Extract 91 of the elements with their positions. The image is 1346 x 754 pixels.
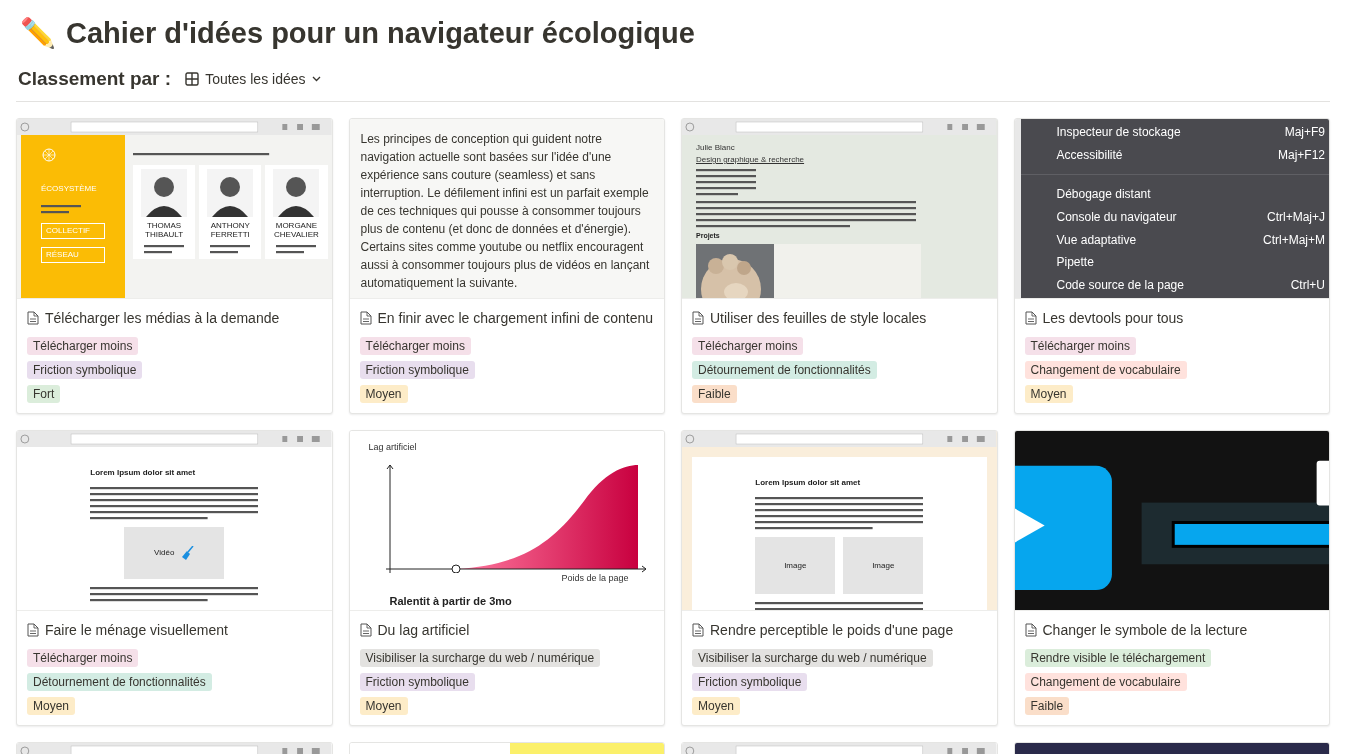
shortcut-label: Maj+F9	[1284, 124, 1325, 142]
article-heading: Lorem Ipsum dolor sit amet	[90, 467, 197, 479]
idea-card[interactable]	[348, 118, 665, 414]
shortcut-label: Maj+F12	[1277, 146, 1325, 164]
page-title: ✏ Cahier d'idées pour un navigateur écologique	[19, 15, 696, 52]
chevron-down-icon	[311, 76, 321, 82]
tag: Moyen	[27, 697, 76, 715]
card-title: Rendre perceptible le poids d'une page	[710, 620, 954, 640]
card-title: Utiliser des feuilles de style locales	[710, 308, 927, 328]
tag: Faible	[1024, 697, 1070, 715]
chart-caption: Ralentit à partir de 3mo	[389, 594, 512, 609]
idea-card[interactable]: Changer le symbole de la lecture Rendre visible le téléchargement Changement de vocabulaire Faible	[1013, 430, 1330, 726]
document-icon	[692, 623, 704, 637]
tag: Télécharger moins	[692, 337, 804, 355]
tag: Moyen	[1024, 385, 1073, 403]
person-figure-icon	[207, 169, 254, 217]
axis-label: Poids de la page	[561, 572, 629, 585]
idea-card[interactable]: Lag artificiel Poids de la page Ralentit à partir de 3mo Du lag artificiel Visibiliser la surcharge du web / numérique Friction symbolique Moyen	[348, 430, 665, 726]
tag: Faible	[692, 385, 737, 403]
menu-item[interactable]: Vue adaptative Ctrl+Maj+M	[1020, 228, 1329, 251]
placeholder-label: Image	[872, 559, 895, 572]
tag: Changement de vocabulaire	[1024, 673, 1187, 691]
document-icon	[692, 311, 704, 325]
placeholder-label: Image	[784, 559, 807, 572]
person-figure-icon	[141, 169, 188, 217]
tag: Détournement de fonctionnalités	[692, 361, 877, 379]
menu-item[interactable]: Inspecteur de stockage Maj+F9	[1020, 121, 1329, 144]
site-button: RÉSEAU	[41, 247, 105, 263]
grid-icon	[185, 72, 200, 86]
tag: Fort	[27, 385, 61, 403]
idea-card[interactable]: ÉCOSYSTÈME COLLECTIF RÉSEAU THOMAS THIBAULT ANTHONY FERRETTI MORGANE CHEVALIER Télécharger les médias à la demande Télécharger moins Friction symbolique Fort	[16, 118, 333, 414]
menu-item[interactable]: Code source de la page Ctrl+U	[1020, 273, 1329, 297]
text-lines-drawing	[276, 243, 317, 255]
document-icon	[359, 623, 372, 637]
card-title: Les devtools pour tous	[1042, 308, 1184, 328]
member-name: ANTHONY FERRETTI	[209, 221, 251, 239]
card-title: Du lag artificiel	[377, 620, 470, 640]
tag: Télécharger moins	[1024, 337, 1136, 355]
tag: Rendre visible le téléchargement	[1024, 649, 1212, 667]
document-icon	[1024, 311, 1037, 325]
document-icon	[1024, 623, 1037, 637]
sun-logo-icon	[41, 147, 57, 163]
text-lines-drawing	[41, 203, 81, 215]
member-name: THOMAS THIBAULT	[144, 221, 185, 239]
axis-label: Lag artificiel	[367, 442, 418, 453]
tag: Télécharger moins	[359, 337, 471, 355]
site-button: COLLECTIF	[41, 223, 105, 239]
text-lines-drawing	[696, 167, 756, 197]
placeholder-label: Vidéo	[154, 547, 175, 559]
person-figure-icon	[273, 169, 320, 217]
idea-card[interactable]	[1013, 118, 1330, 414]
profile-link: Design graphique & recherche	[696, 155, 806, 165]
member-name: MORGANE CHEVALIER	[273, 221, 320, 239]
menu-item[interactable]: Console du navigateur Ctrl+Maj+J	[1020, 205, 1329, 229]
document-icon	[359, 311, 372, 325]
idea-card[interactable]: Lorem Ipsum dolor sit amet Vidéo Faire le ménage visuellement Télécharger moins Détournement de fonctionnalités Moyen	[16, 430, 333, 726]
tag: Visibiliser la surcharge du web / numérique	[692, 649, 933, 667]
tag: Télécharger moins	[27, 649, 139, 667]
menu-item[interactable]: Débogage distant	[1020, 183, 1329, 206]
tag: Moyen	[359, 697, 408, 715]
tag: Détournement de fonctionnalités	[27, 673, 212, 691]
article-heading: Lorem Ipsum dolor sit amet	[755, 477, 862, 489]
tag: Moyen	[359, 385, 408, 403]
broom-icon	[182, 546, 195, 560]
text-lines-drawing	[210, 243, 251, 255]
description-text: Les principes de conception qui guident notre navigation actuelle sont basées sur l'idée d'une expérience sans couture (seamless) et sans interruption. Le défilement infini est un parfait exemple de ces techniques qui pousse à consommer toujours plus de contenu (et donc de données et d'énergie). Certains sites comme youtube ou netflix encouragent aussi à consommer toujours plus de vidéos en lançant automatiquement la suivante.	[360, 131, 651, 292]
tag: Moyen	[692, 697, 741, 715]
tag: Télécharger moins	[27, 337, 139, 355]
view-dropdown[interactable]: Toutes les idées	[183, 68, 323, 90]
menu-item[interactable]: Accessibilité Maj+F12	[1020, 143, 1329, 167]
tag: Friction symbolique	[359, 361, 475, 379]
idea-card[interactable]: Lorem Ipsum dolor sit amet Image Image Rendre perceptible le poids d'une page Visibiliser la surcharge du web / numérique Friction symbolique Moyen	[681, 430, 998, 726]
menu-item[interactable]: Pipette	[1020, 250, 1329, 274]
sort-label: Classement par :	[18, 66, 172, 91]
tag: Friction symbolique	[359, 673, 475, 691]
card-title: Changer le symbole de la lecture	[1042, 620, 1248, 640]
card-title: Télécharger les médias à la demande	[45, 308, 280, 328]
shortcut-label: Ctrl+Maj+M	[1263, 231, 1325, 249]
shortcut-label: Ctrl+U	[1290, 276, 1325, 294]
tag: Friction symbolique	[692, 673, 808, 691]
card-title: Faire le ménage visuellement	[45, 620, 228, 640]
site-heading: ÉCOSYSTÈME	[41, 183, 98, 195]
text-lines-drawing	[144, 243, 185, 255]
shortcut-label: Ctrl+Maj+J	[1267, 209, 1325, 226]
card-title: En finir avec le chargement infini de contenu	[377, 308, 653, 328]
profile-name: Julie Blanc	[696, 143, 736, 153]
tag: Changement de vocabulaire	[1024, 361, 1187, 379]
tag: Visibiliser la surcharge du web / numérique	[359, 649, 601, 667]
document-icon	[27, 311, 39, 325]
tag: Friction symbolique	[27, 361, 143, 379]
document-icon	[27, 623, 39, 637]
